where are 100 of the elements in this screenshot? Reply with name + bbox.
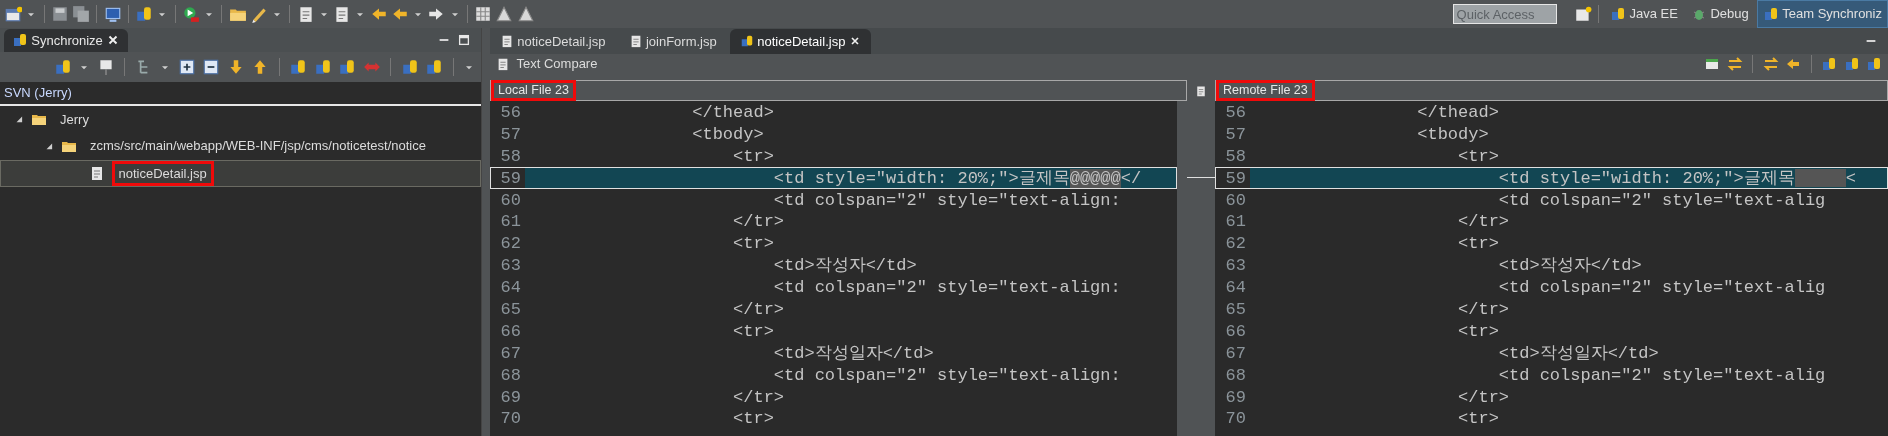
code-line: <td>작성일자</td>	[1497, 342, 1660, 363]
database-icon[interactable]	[400, 58, 419, 76]
database-icon[interactable]	[1843, 56, 1860, 72]
database-icon	[739, 34, 754, 49]
monitor-icon[interactable]	[103, 5, 122, 23]
line-number: 62	[1224, 233, 1247, 254]
code-line: <td colspan="2" style="text-align:	[772, 277, 1122, 297]
view-tab[interactable]: Synchronize	[4, 28, 129, 52]
line-number: 61	[499, 211, 522, 232]
code-line: <td>작성자</td>	[1497, 255, 1643, 276]
database-icon[interactable]	[289, 58, 307, 76]
editor-tab[interactable]: noticeDetail.jsp	[729, 28, 871, 54]
code-line: <tbody>	[691, 123, 765, 144]
line-number: 63	[1224, 255, 1247, 276]
code-line: <tr>	[1457, 233, 1500, 254]
database-icon[interactable]	[313, 58, 332, 76]
perspective-button[interactable]: Team Synchroniz	[1757, 0, 1888, 28]
database-icon[interactable]	[425, 58, 443, 76]
swap-icon[interactable]	[1726, 56, 1743, 72]
line-number: 67	[1224, 342, 1247, 363]
editor-tab[interactable]: joinForm.jsp	[618, 28, 727, 54]
code-line: </tr>	[732, 299, 786, 319]
editor-tab[interactable]: noticeDetail.jsp	[490, 28, 616, 54]
pane-header: Local File 23	[491, 80, 576, 101]
document-icon[interactable]	[1195, 84, 1207, 97]
code-line: <td colspan="2" style="text-alig	[1497, 189, 1827, 210]
line-number: 60	[499, 189, 522, 210]
line-number: 65	[1224, 299, 1247, 319]
database-icon[interactable]	[53, 58, 72, 76]
code-line: <tr>	[1457, 145, 1500, 166]
perspective-button[interactable]: Debug	[1686, 1, 1754, 27]
save-all-icon[interactable]	[72, 5, 90, 23]
tree-item-label[interactable]: Jerry	[53, 106, 96, 132]
line-number: 63	[499, 255, 522, 276]
perspective-button[interactable]: Java EE	[1605, 1, 1683, 27]
triangle-icon[interactable]	[516, 5, 535, 23]
code-line: <td colspan="2" style="text-align:	[772, 364, 1122, 385]
code-line: <td>작성자</td>	[772, 255, 918, 276]
tree-header: SVN (Jerry)	[0, 82, 481, 106]
database-icon[interactable]	[1821, 56, 1837, 72]
line-number: 64	[499, 277, 522, 297]
code-line: </tr>	[1457, 299, 1511, 319]
code-line: </tr>	[1457, 386, 1511, 407]
new-window-icon[interactable]	[4, 5, 22, 23]
arrow-left-icon[interactable]	[1785, 56, 1801, 72]
line-number: 65	[499, 299, 522, 319]
run-icon[interactable]	[181, 5, 200, 23]
line-number: 70	[499, 408, 522, 429]
code-line: </tr>	[1457, 211, 1511, 232]
line-number: 69	[499, 386, 522, 407]
tree-item-label[interactable]: noticeDetail.jsp	[111, 160, 214, 186]
database-icon[interactable]	[338, 58, 356, 76]
code-line: <tr>	[732, 233, 775, 254]
tree-item-label[interactable]: zcms/src/main/webapp/WEB-INF/jsp/cms/noticetest/notice	[83, 133, 433, 159]
perspective-icon[interactable]	[1573, 5, 1592, 23]
line-number: 61	[1224, 211, 1247, 232]
code-line: <td colspan="2" style="text-align:	[772, 189, 1122, 210]
code-line: </tr>	[732, 211, 786, 232]
code-line: <td>작성일자</td>	[772, 342, 935, 363]
tree-row[interactable]: noticeDetail.jsp	[0, 159, 481, 187]
line-number: 67	[499, 342, 522, 363]
pane-header: Remote File 23	[1216, 80, 1315, 101]
line-number: 57	[1224, 123, 1247, 144]
database-icon	[12, 32, 28, 49]
code-line: </thead>	[1416, 102, 1500, 122]
code-line: <tbody>	[1416, 123, 1490, 144]
document-icon[interactable]	[333, 5, 351, 23]
line-number: 68	[499, 364, 522, 385]
layout-icon[interactable]	[1704, 56, 1720, 72]
code-line: <td colspan="2" style="text-alig	[1497, 277, 1827, 297]
line-number: 58	[499, 145, 522, 166]
line-number: 60	[1224, 189, 1247, 210]
search-field[interactable]: Quick Access	[1452, 4, 1557, 24]
maximize-icon[interactable]	[457, 33, 471, 47]
swap-icon[interactable]	[1762, 56, 1779, 72]
pencil-icon[interactable]	[249, 5, 268, 23]
code-line: <td colspan="2" style="text-alig	[1497, 364, 1827, 385]
compare-title: Text Compare	[516, 55, 598, 74]
triangle-icon[interactable]	[495, 5, 514, 23]
code-line: <tr>	[1457, 408, 1500, 429]
document-icon	[89, 165, 105, 182]
expand-all-icon[interactable]	[177, 58, 196, 76]
line-number: 64	[1224, 277, 1247, 297]
line-number: 69	[1224, 386, 1247, 407]
code-line: <tr>	[732, 145, 775, 166]
line-number: 59	[1224, 167, 1247, 188]
database-icon	[1610, 6, 1627, 22]
database-icon[interactable]	[1866, 56, 1882, 72]
save-icon[interactable]	[50, 5, 69, 23]
code-line: </tr>	[732, 386, 786, 407]
expanded-icon[interactable]	[14, 114, 24, 125]
collapse-all-icon[interactable]	[202, 58, 220, 76]
code-line: <tr>	[1457, 320, 1500, 341]
database-icon[interactable]	[135, 5, 153, 23]
grid-icon[interactable]	[474, 5, 492, 23]
line-number: 66	[1224, 320, 1247, 341]
code-line: </thead>	[691, 102, 775, 122]
line-number: 56	[1224, 102, 1247, 122]
line-number: 62	[499, 233, 522, 254]
line-number: 70	[1224, 408, 1247, 429]
